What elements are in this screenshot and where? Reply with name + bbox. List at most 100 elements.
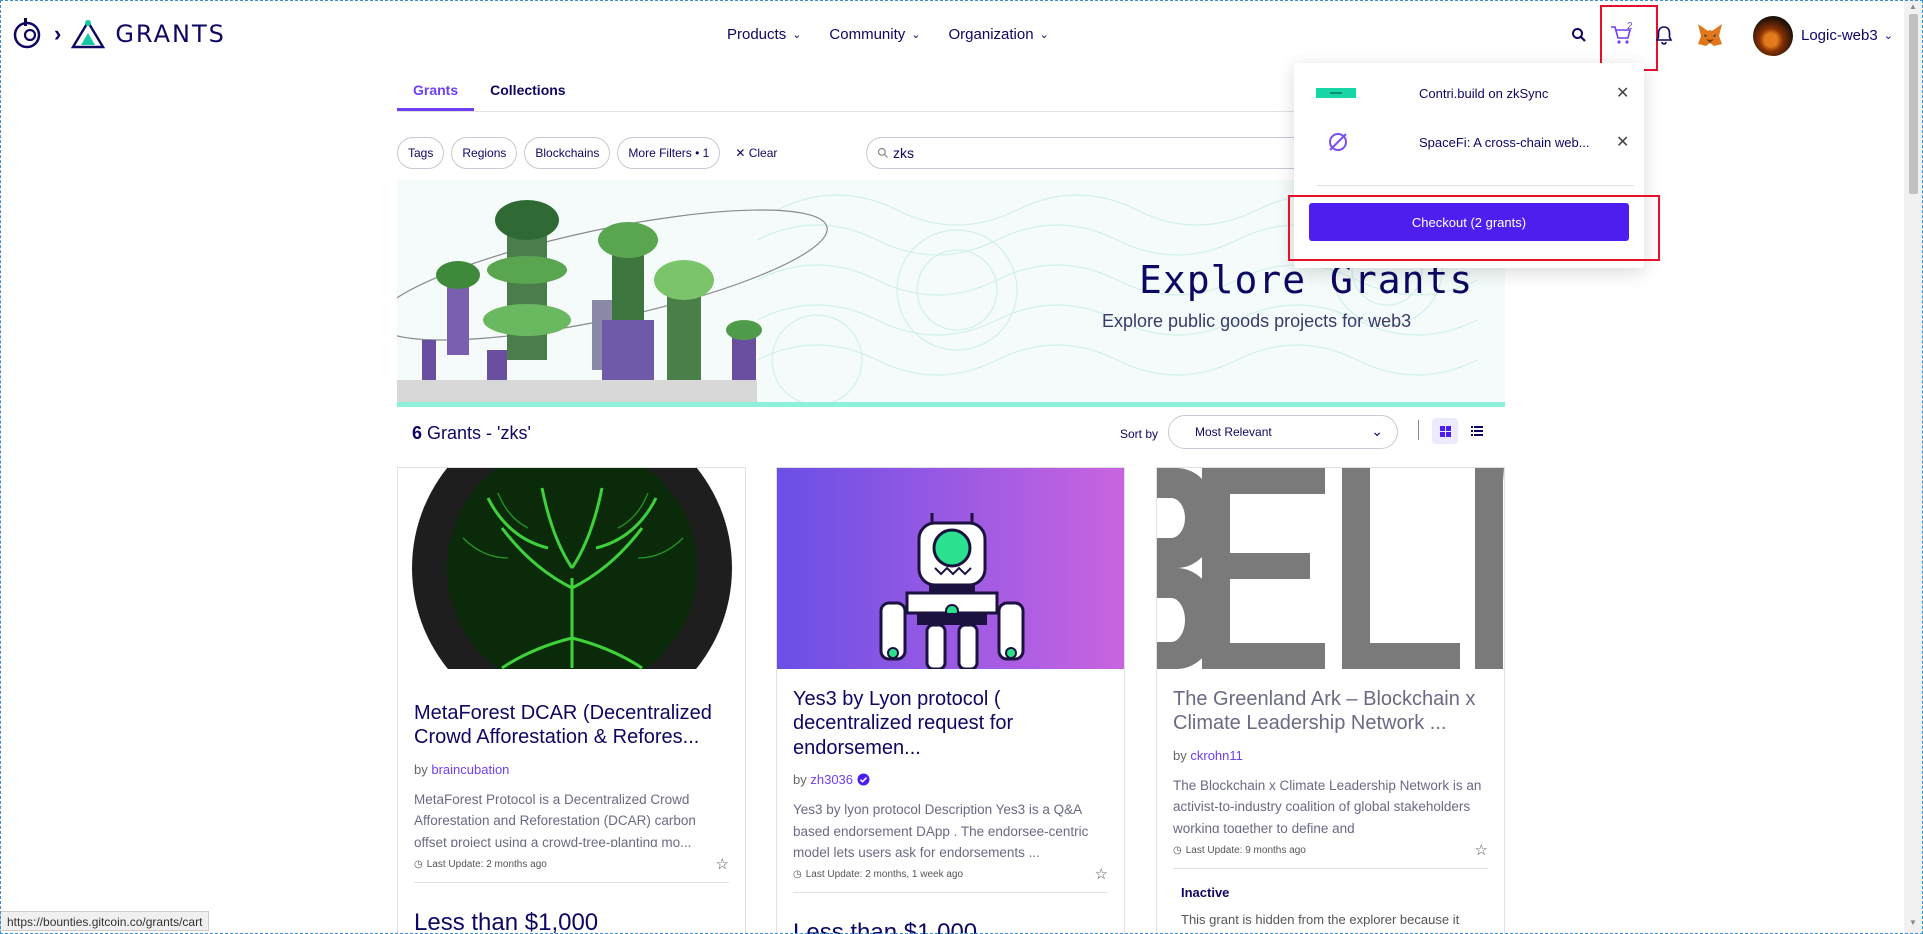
grant-title[interactable]: MetaForest DCAR (Decentralized Crowd Aff… <box>414 701 729 750</box>
remove-icon[interactable]: ✕ <box>1616 132 1629 152</box>
card-divider <box>793 892 1108 894</box>
nav-organization[interactable]: Organization ⌄ <box>949 26 1049 43</box>
clear-filters-button[interactable]: ✕ Clear <box>727 146 777 160</box>
grant-card-image <box>777 468 1124 669</box>
filter-regions[interactable]: Regions <box>451 137 518 169</box>
grant-amount: Less than $1,000 <box>793 919 978 934</box>
nav-products-label: Products <box>727 26 787 43</box>
avatar[interactable] <box>1753 16 1793 56</box>
star-icon[interactable]: ☆ <box>1095 865 1108 883</box>
metamask-fox-icon[interactable] <box>1692 17 1728 53</box>
list-icon <box>1471 426 1483 436</box>
card-divider <box>1173 867 1488 869</box>
sort-select[interactable]: Most Relevant ⌄ <box>1168 415 1398 449</box>
star-icon[interactable]: ☆ <box>716 855 729 873</box>
remove-icon[interactable]: ✕ <box>1616 83 1629 103</box>
search-box <box>866 137 1311 169</box>
chevron-down-icon: ⌄ <box>1039 29 1049 41</box>
author-link[interactable]: braincubation <box>431 762 509 777</box>
cart-item[interactable]: SpaceFi: A cross-chain web... ✕ <box>1316 131 1629 153</box>
chevron-down-icon: ⌄ <box>792 29 802 41</box>
grant-amount: Less than $1,000 <box>414 908 599 934</box>
grants-wordmark: GRANTS <box>115 20 226 48</box>
clock-icon: ◷ <box>1173 844 1182 856</box>
browser-status-bar: https://bounties.gitcoin.co/grants/cart <box>0 911 210 931</box>
nav-products[interactable]: Products ⌄ <box>727 26 801 43</box>
grant-author: by ckrohn11 <box>1173 748 1488 763</box>
grant-author: by braincubation <box>414 762 729 777</box>
grant-last-update: ◷ Last Update: 9 months ago ☆ <box>1173 842 1488 859</box>
clock-icon: ◷ <box>414 858 423 870</box>
cart-divider <box>1316 185 1634 186</box>
user-name-label: Logic-web3 <box>1801 27 1878 44</box>
search-icon <box>877 147 888 158</box>
chevron-right-icon: › <box>54 21 62 46</box>
grant-title[interactable]: Yes3 by Lyon protocol ( decentralized re… <box>793 687 1108 760</box>
scroll-down-arrow-icon[interactable]: ▼ <box>1909 918 1917 927</box>
star-icon[interactable]: ☆ <box>1475 841 1488 859</box>
by-prefix: by <box>793 772 807 788</box>
grid-view-button[interactable] <box>1432 418 1458 444</box>
grant-description: Yes3 by lyon protocol Description Yes3 i… <box>793 802 1089 858</box>
user-menu[interactable]: Logic-web3 ⌄ <box>1801 27 1893 44</box>
grant-last-update: ◷ Last Update: 2 months ago ☆ <box>414 856 729 873</box>
grant-card-image <box>398 468 745 669</box>
inactive-text: This grant is hidden from the explorer b… <box>1181 911 1460 927</box>
scroll-thumb[interactable] <box>1909 14 1918 194</box>
list-view-button[interactable] <box>1464 418 1490 444</box>
bell-icon[interactable] <box>1646 17 1682 53</box>
verified-badge-icon <box>857 773 870 786</box>
last-update-text: Last Update: 9 months ago <box>1185 844 1306 856</box>
filter-tags[interactable]: Tags <box>397 137 445 169</box>
nav-community-label: Community <box>829 26 906 43</box>
search-icon[interactable] <box>1561 17 1597 53</box>
results-count: 6 Grants - 'zks' <box>412 423 531 444</box>
clear-label: Clear <box>748 146 778 160</box>
last-update-text: Last Update: 2 months, 1 week ago <box>805 869 964 881</box>
grant-card[interactable]: MetaForest DCAR (Decentralized Crowd Aff… <box>397 467 746 934</box>
banner-subtitle: Explore public goods projects for web3 <box>1102 311 1412 331</box>
grant-title[interactable]: The Greenland Ark – Blockchain x Climate… <box>1173 687 1488 736</box>
inactive-label: Inactive <box>1181 884 1230 900</box>
top-header: › GRANTS Products ⌄ Community ⌄ Organiza… <box>0 0 1900 72</box>
grant-card-image <box>1157 468 1504 669</box>
checkout-highlight-box <box>1288 195 1660 261</box>
grant-card[interactable]: The Greenland Ark – Blockchain x Climate… <box>1156 467 1505 934</box>
sort-label: Sort by <box>1120 427 1159 441</box>
logo[interactable]: › GRANTS <box>12 16 226 52</box>
grant-description: The Blockchain x Climate Leadership Netw… <box>1173 777 1482 833</box>
filter-blockchains[interactable]: Blockchains <box>524 137 611 169</box>
cart-item[interactable]: Contri.build on zkSync ✕ <box>1316 85 1629 102</box>
results-number: 6 <box>412 423 423 443</box>
by-prefix: by <box>1173 747 1187 763</box>
spacefi-logo-icon <box>1329 133 1347 151</box>
scroll-up-arrow-icon[interactable]: ▲ <box>1909 2 1917 11</box>
filter-more[interactable]: More Filters • 1 <box>617 137 721 169</box>
cart-item-name: Contri.build on zkSync <box>1419 85 1549 101</box>
grid-icon <box>1439 425 1451 437</box>
tab-grants[interactable]: Grants <box>397 70 475 111</box>
grants-logo-icon <box>71 19 106 49</box>
yes3-robot-image <box>879 513 1025 669</box>
greenland-ark-image <box>1157 468 1504 669</box>
page-scrollbar[interactable]: ▲ ▼ <box>1904 0 1923 934</box>
nav-community[interactable]: Community ⌄ <box>829 26 920 43</box>
filter-bar: Tags Regions Blockchains More Filters • … <box>397 137 777 169</box>
chevron-down-icon: ⌄ <box>1371 423 1383 439</box>
search-input[interactable] <box>893 145 1273 161</box>
grant-last-update: ◷ Last Update: 2 months, 1 week ago ☆ <box>793 866 1108 883</box>
last-update-text: Last Update: 2 months ago <box>426 858 547 870</box>
grant-card[interactable]: Yes3 by Lyon protocol ( decentralized re… <box>776 467 1125 934</box>
results-query: Grants - 'zks' <box>427 423 531 443</box>
main-nav: Products ⌄ Community ⌄ Organization ⌄ <box>727 26 1049 43</box>
contri-build-logo-icon <box>1316 88 1356 98</box>
chevron-down-icon: ⌄ <box>1883 30 1893 42</box>
tab-collections[interactable]: Collections <box>474 70 581 111</box>
sort-value: Most Relevant <box>1195 425 1272 439</box>
close-icon: ✕ <box>735 146 746 160</box>
author-link[interactable]: ckrohn11 <box>1190 748 1243 763</box>
chevron-down-icon: ⌄ <box>911 29 921 41</box>
author-link[interactable]: zh3036 <box>810 772 853 787</box>
nav-organization-label: Organization <box>948 26 1034 43</box>
view-divider <box>1418 420 1419 440</box>
